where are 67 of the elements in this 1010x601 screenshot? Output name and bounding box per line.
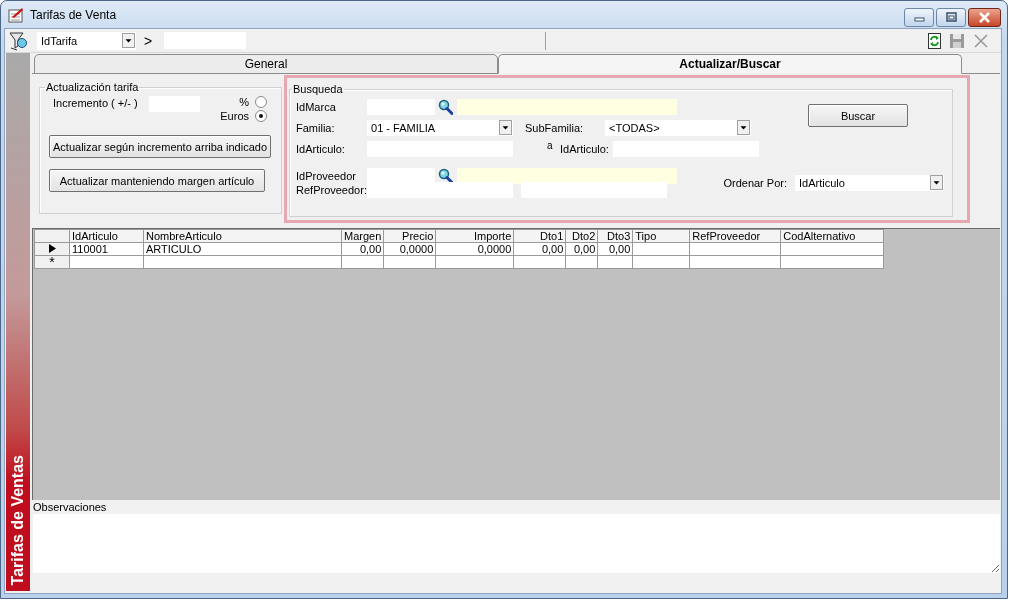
option-label: %: [239, 96, 249, 108]
table-cell: [513, 255, 566, 269]
field-label: IdMarca: [296, 100, 337, 113]
separator-text: >: [144, 32, 153, 49]
group-title: Busqueda: [292, 83, 344, 95]
app-icon: [8, 6, 24, 23]
radio-button[interactable]: [255, 96, 267, 108]
column-header[interactable]: Dto3: [597, 229, 633, 243]
table-cell: [632, 242, 690, 256]
column-header[interactable]: Precio: [383, 229, 436, 243]
dropdown[interactable]: 01 - FAMILIA: [367, 119, 513, 136]
table-cell: [565, 255, 598, 269]
close-button[interactable]: [968, 8, 1001, 27]
column-header[interactable]: IdArticulo: [69, 229, 144, 243]
column-header[interactable]: Dto1: [513, 229, 566, 243]
column-header[interactable]: Dto2: [565, 229, 598, 243]
notes-field[interactable]: [33, 514, 1000, 573]
column-header[interactable]: Margen: [341, 229, 384, 243]
maximize-button[interactable]: [936, 8, 966, 27]
close-icon: [978, 12, 991, 23]
column-header[interactable]: NombreArticulo: [143, 229, 342, 243]
table-cell: [597, 255, 633, 269]
tab[interactable]: General: [34, 54, 498, 74]
tab[interactable]: Actualizar/Buscar: [498, 54, 962, 74]
column-header[interactable]: RefProveedor: [689, 229, 781, 243]
option-label: Euros: [220, 110, 249, 122]
table-cell: ARTICULO: [143, 242, 342, 256]
column-header[interactable]: Importe: [435, 229, 514, 243]
banner-title: Tarifas de Ventas: [9, 454, 27, 588]
field-label: Observaciones: [33, 500, 108, 514]
search-icon[interactable]: [437, 167, 453, 184]
group-title: Actualización tarifa: [45, 81, 140, 93]
field-label: Familia:: [296, 121, 336, 134]
field-label: Ordenar Por:: [723, 176, 787, 189]
radio-button[interactable]: [255, 110, 267, 122]
field-label: SubFamilia:: [525, 121, 585, 134]
field-label: IdProveedor: [296, 169, 357, 182]
column-header[interactable]: CodAlternativo: [780, 229, 884, 243]
description-field[interactable]: [457, 167, 677, 184]
update-button[interactable]: Actualizar según incremento arriba indicado: [49, 135, 271, 158]
table-cell: 110001: [69, 242, 144, 256]
table-cell: 0,0000: [383, 242, 436, 256]
filter-icon[interactable]: [9, 30, 29, 51]
minimize-button[interactable]: [904, 8, 934, 27]
table-cell: 0,00: [565, 242, 598, 256]
table-cell: [632, 255, 690, 269]
refresh-icon[interactable]: [928, 32, 941, 49]
window-title: Tarifas de Venta: [30, 7, 117, 22]
maximize-icon: [944, 12, 958, 23]
search-button[interactable]: Buscar: [808, 104, 908, 127]
dropdown[interactable]: IdTarifa: [37, 31, 136, 50]
update-button[interactable]: Actualizar manteniendo margen artículo: [49, 169, 265, 192]
column-header[interactable]: Tipo: [632, 229, 690, 243]
field-label: IdArticulo:: [560, 142, 609, 155]
dropdown[interactable]: IdArticulo: [795, 174, 944, 191]
table-cell: 0,00: [341, 242, 384, 256]
field-label: RefProveedor:: [296, 183, 367, 196]
field-label: Incremento ( +/- ): [53, 97, 139, 111]
dropdown[interactable]: <TODAS>: [605, 119, 751, 136]
field-label: IdArticulo:: [296, 142, 346, 155]
range-connector: a: [547, 140, 554, 151]
table-cell: 0,0000: [435, 242, 514, 256]
table-cell: [383, 255, 436, 269]
search-icon[interactable]: [437, 98, 453, 115]
table-cell: [341, 255, 384, 269]
table-cell: 0,00: [513, 242, 566, 256]
table-cell: 0,00: [597, 242, 633, 256]
